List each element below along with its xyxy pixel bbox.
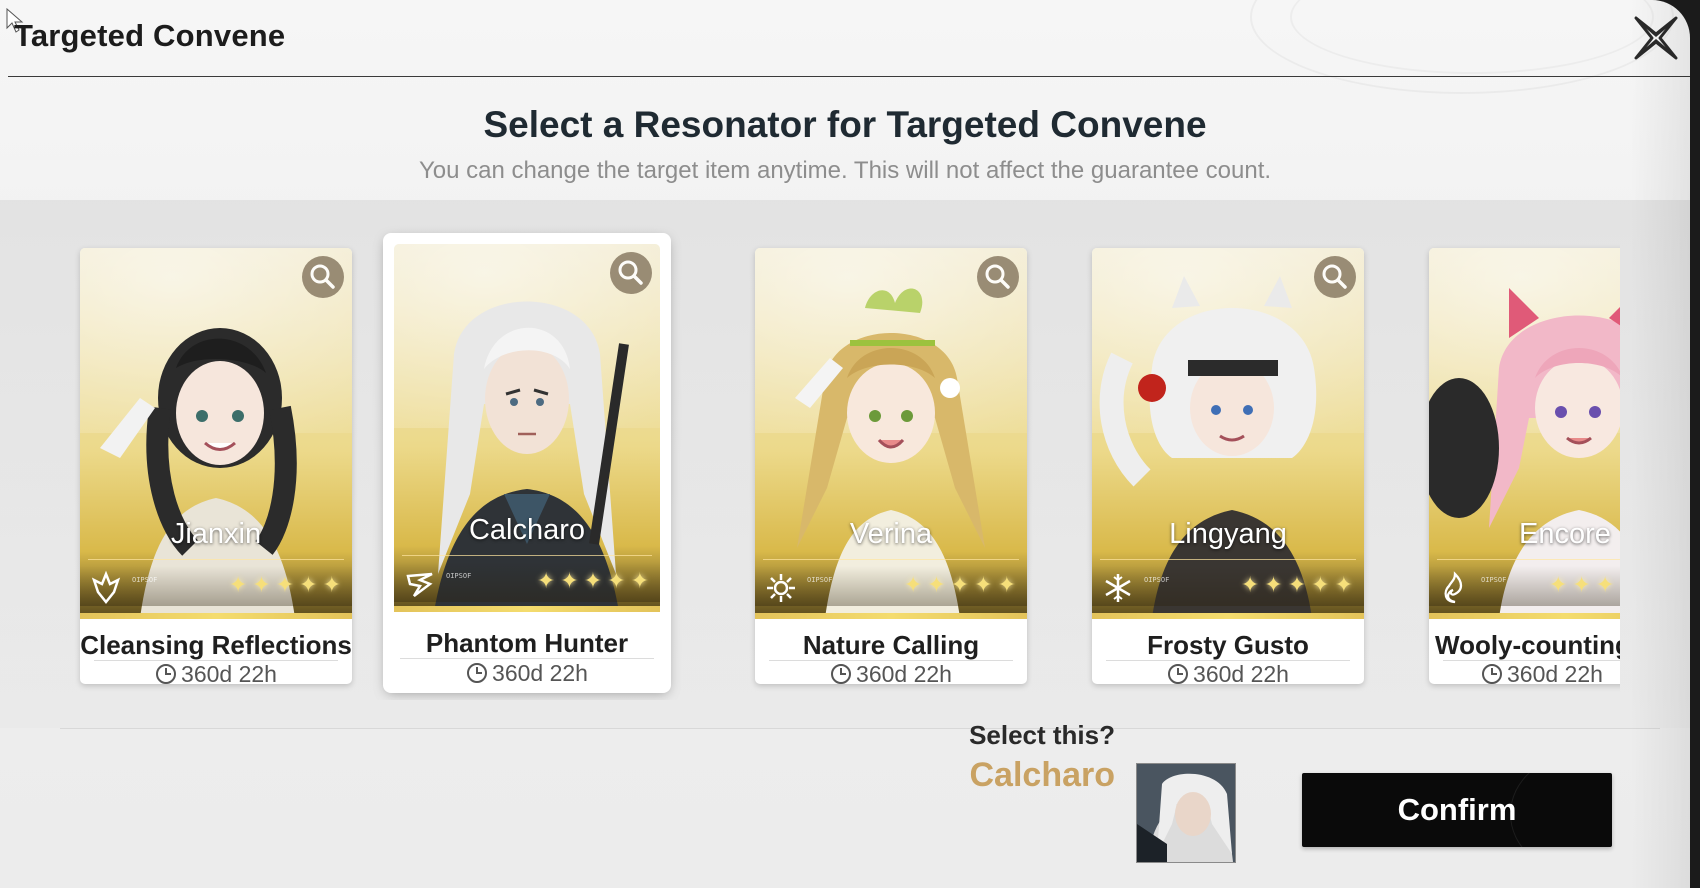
close-icon[interactable] — [1628, 10, 1684, 66]
resonator-name: Lingyang — [1169, 518, 1287, 550]
magnifier-icon — [1322, 264, 1347, 289]
card-art: Jianxin OIPSOF ✦✦✦✦✦ — [80, 248, 352, 618]
zoom-button[interactable] — [1314, 256, 1356, 298]
character-portrait — [100, 328, 297, 618]
rarity-stars: ✦✦✦✦✦ — [536, 569, 654, 594]
character-portrait — [1099, 276, 1317, 618]
page-heading: Select a Resonator for Targeted Convene — [483, 104, 1207, 145]
resonator-name: Calcharo — [468, 514, 586, 546]
clock-icon — [467, 663, 488, 683]
selected-resonator-name: Calcharo — [969, 756, 1116, 794]
rarity-stars: ✦✦✦✦✦ — [1240, 573, 1358, 598]
featured-weapon-name: Nature Calling — [802, 630, 980, 660]
time-remaining: 360d 22h — [755, 661, 1027, 688]
band-divider — [60, 728, 1660, 729]
featured-weapon-name: Phantom Hunter — [425, 628, 629, 658]
card-art: Calcharo OIPSOF ✦✦✦✦✦ — [394, 244, 660, 612]
card-art: Verina OIPSOF ✦✦✦✦✦ — [755, 248, 1027, 618]
spectro-icon — [767, 574, 795, 602]
clock-icon — [831, 664, 852, 684]
time-remaining: 360d 22h — [386, 660, 668, 687]
magnifier-icon — [310, 264, 335, 289]
time-remaining: 360d 22h — [1092, 661, 1364, 688]
avatar — [1136, 763, 1236, 863]
zoom-button[interactable] — [977, 256, 1019, 298]
resonator-card-lingyang[interactable]: Lingyang OIPSOF ✦✦✦✦✦ Frosty Gusto 360d … — [1092, 248, 1364, 687]
resonator-card-list: Jianxin OIPSOF ✦✦✦✦✦ Cleansing Reflectio… — [60, 220, 1620, 700]
select-prompt: Select this? — [969, 720, 1115, 750]
zoom-button[interactable] — [610, 252, 652, 294]
character-portrait — [1429, 288, 1620, 618]
featured-weapon-name: Cleansing Reflections — [80, 630, 352, 660]
rarity-stars: ✦✦✦✦✦ — [228, 573, 346, 598]
resonator-name: Encore — [1519, 518, 1611, 550]
confirm-button[interactable]: Confirm — [1302, 773, 1612, 847]
character-portrait — [795, 288, 985, 618]
resonator-name: Jianxin — [170, 518, 262, 550]
selected-resonator-avatar — [1137, 764, 1235, 862]
zoom-button[interactable] — [302, 256, 344, 298]
clock-icon — [156, 664, 177, 684]
resonator-name: Verina — [849, 518, 933, 550]
resonator-card-jianxin[interactable]: Jianxin OIPSOF ✦✦✦✦✦ Cleansing Reflectio… — [80, 248, 352, 687]
magnifier-icon — [985, 264, 1010, 289]
resonator-card-verina[interactable]: Verina OIPSOF ✦✦✦✦✦ Nature Calling 360d … — [755, 248, 1027, 687]
fusion-icon — [1444, 571, 1463, 604]
time-remaining: 360d 22h — [80, 661, 352, 688]
time-remaining: 360d 22h — [1481, 661, 1620, 688]
card-art: Encore OIPSOF ✦✦✦✦✦ — [1429, 248, 1620, 618]
window-title: Targeted Convene — [14, 18, 286, 53]
rarity-stars: ✦✦✦✦✦ — [903, 573, 1021, 598]
targeted-convene-dialog: Targeted Convene Select a Resonator for … — [0, 0, 1690, 888]
resonator-card-encore[interactable]: Encore OIPSOF ✦✦✦✦✦ Wooly-counting — [1429, 248, 1620, 687]
featured-weapon-name: Wooly-counting — [1435, 630, 1620, 660]
card-art: Lingyang OIPSOF ✦✦✦✦✦ — [1092, 248, 1364, 618]
page-subheading: You can change the target item anytime. … — [418, 157, 1272, 184]
character-portrait — [434, 301, 629, 612]
glacio-icon — [1105, 574, 1131, 602]
clock-icon — [1482, 664, 1502, 684]
clock-icon — [1168, 664, 1189, 684]
magnifier-icon — [618, 260, 643, 285]
aero-icon — [91, 570, 121, 605]
featured-weapon-name: Frosty Gusto — [1147, 630, 1309, 660]
resonator-card-calcharo[interactable]: Calcharo OIPSOF ✦✦✦✦✦ Phantom Hunter 360… — [386, 236, 668, 690]
title-divider — [8, 76, 1690, 77]
rarity-stars: ✦✦✦✦✦ — [1549, 573, 1620, 598]
electro-icon — [406, 572, 433, 597]
